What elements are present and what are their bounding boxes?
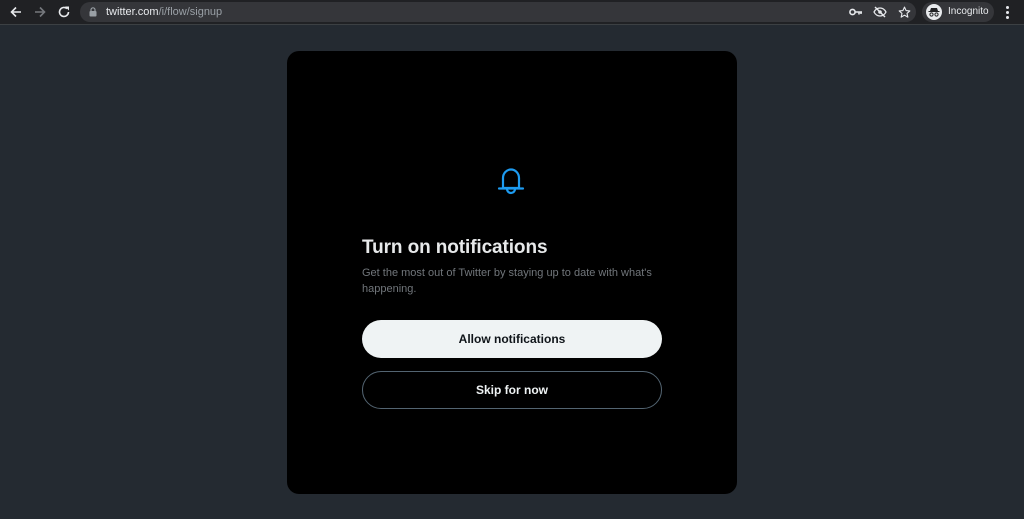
lock-icon	[89, 7, 97, 17]
address-bar[interactable]: twitter.com/i/flow/signup	[80, 2, 916, 22]
more-icon	[1005, 5, 1009, 9]
url-path: /i/flow/signup	[158, 6, 223, 18]
incognito-icon	[926, 4, 942, 20]
incognito-label: Incognito	[948, 6, 989, 17]
url-text[interactable]: twitter.com/i/flow/signup	[106, 5, 222, 19]
more-menu-button[interactable]	[1000, 4, 1014, 20]
incognito-profile-button[interactable]: Incognito	[922, 2, 994, 22]
bell-icon	[497, 168, 525, 195]
reload-icon	[58, 6, 70, 18]
back-icon	[10, 6, 21, 18]
dialog-title: Turn on notifications	[362, 237, 548, 258]
browser-toolbar: twitter.com/i/flow/signup Incognito	[0, 0, 1024, 25]
url-host: twitter.com	[106, 6, 159, 18]
key-icon	[849, 8, 862, 16]
password-key-button[interactable]	[848, 5, 864, 19]
dialog-subtitle: Get the most out of Twitter by staying u…	[362, 267, 652, 295]
tracking-protection-button[interactable]	[872, 5, 888, 19]
star-icon	[898, 6, 910, 18]
skip-for-now-button[interactable]: Skip for now	[362, 371, 662, 409]
forward-button[interactable]	[30, 3, 50, 21]
allow-notifications-button[interactable]: Allow notifications	[362, 320, 662, 358]
reload-button[interactable]	[54, 3, 74, 21]
back-button[interactable]	[6, 3, 26, 21]
bookmark-button[interactable]	[896, 5, 912, 19]
eye-off-icon	[873, 6, 887, 18]
notifications-dialog: Turn on notifications Get the most out o…	[287, 51, 737, 494]
forward-icon	[35, 6, 46, 18]
